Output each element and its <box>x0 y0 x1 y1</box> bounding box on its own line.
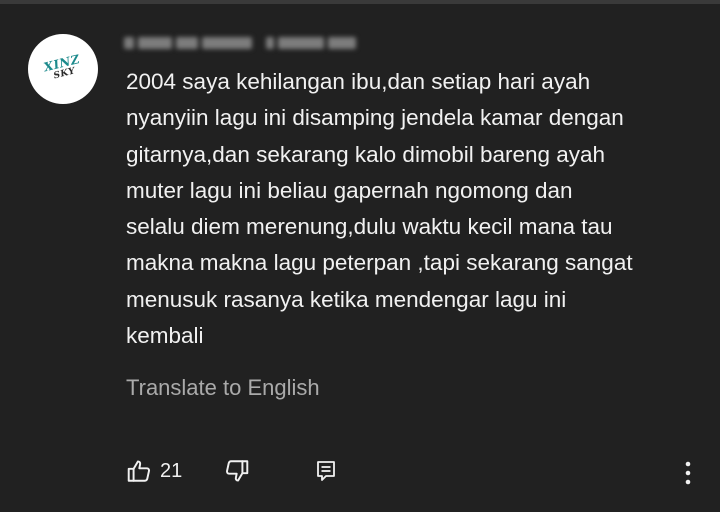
author-name-redacted[interactable] <box>124 34 356 52</box>
top-divider <box>0 0 720 4</box>
comment-action-bar: 21 <box>0 456 720 490</box>
redaction-block <box>124 37 134 49</box>
like-button[interactable]: 21 <box>126 458 182 484</box>
redaction-block <box>138 37 172 49</box>
more-vertical-icon <box>678 458 698 488</box>
thumbs-up-icon <box>126 458 152 484</box>
redaction-block <box>278 37 324 49</box>
reply-button[interactable] <box>314 458 338 484</box>
avatar-logo: XINZ SKY <box>42 52 84 84</box>
thumbs-down-icon <box>224 458 250 484</box>
reply-comment-icon <box>314 458 338 484</box>
translate-button[interactable]: Translate to English <box>126 373 320 403</box>
redaction-block <box>266 37 274 49</box>
like-count: 21 <box>160 459 183 482</box>
redaction-block <box>328 37 356 49</box>
more-options-button[interactable] <box>678 458 698 488</box>
redaction-block <box>176 37 198 49</box>
redaction-block <box>202 37 252 49</box>
dislike-button[interactable] <box>224 458 250 484</box>
comment-text: 2004 saya kehilangan ibu,dan setiap hari… <box>126 69 633 349</box>
avatar[interactable]: XINZ SKY <box>28 34 98 104</box>
